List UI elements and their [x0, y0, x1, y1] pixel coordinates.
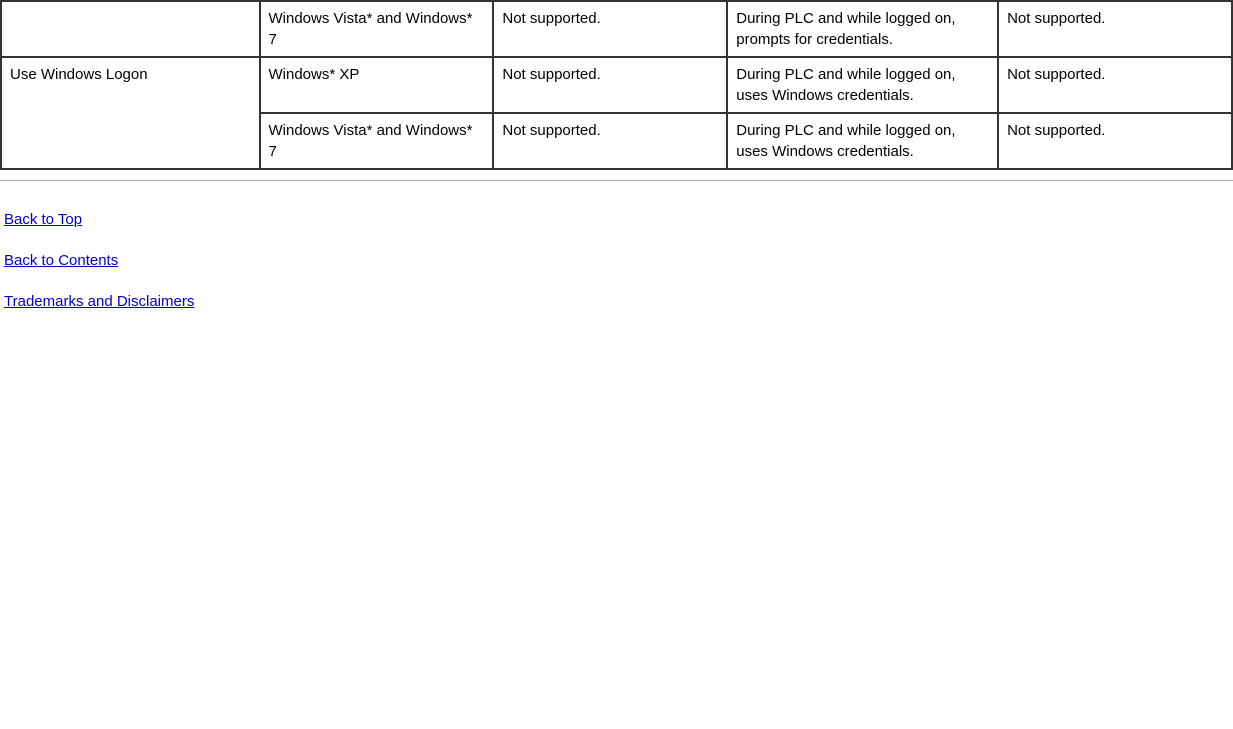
cell-feature-2: Use Windows Logon: [1, 57, 260, 169]
table-row: Windows Vista* and Windows* 7 Not suppor…: [1, 1, 1232, 57]
cell-os-1: Windows Vista* and Windows* 7: [260, 1, 494, 57]
cell-col5-3: Not supported.: [998, 113, 1232, 169]
table-row: Use Windows Logon Windows* XP Not suppor…: [1, 57, 1232, 113]
footer-section: Back to Top Back to Contents Trademarks …: [0, 180, 1233, 354]
cell-col4-2: During PLC and while logged on, uses Win…: [727, 57, 998, 113]
cell-feature-1: [1, 1, 260, 57]
cell-col3-2: Not supported.: [493, 57, 727, 113]
main-table-container: Windows Vista* and Windows* 7 Not suppor…: [0, 0, 1233, 170]
cell-col4-3: During PLC and while logged on, uses Win…: [727, 113, 998, 169]
cell-col4-1: During PLC and while logged on, prompts …: [727, 1, 998, 57]
cell-col3-1: Not supported.: [493, 1, 727, 57]
trademarks-link[interactable]: Trademarks and Disclaimers: [4, 293, 1233, 310]
back-to-top-link[interactable]: Back to Top: [4, 211, 1233, 228]
cell-col5-2: Not supported.: [998, 57, 1232, 113]
cell-os-2: Windows* XP: [260, 57, 494, 113]
cell-col5-1: Not supported.: [998, 1, 1232, 57]
compatibility-table: Windows Vista* and Windows* 7 Not suppor…: [0, 0, 1233, 170]
cell-os-3: Windows Vista* and Windows* 7: [260, 113, 494, 169]
back-to-contents-link[interactable]: Back to Contents: [4, 252, 1233, 269]
cell-col3-3: Not supported.: [493, 113, 727, 169]
